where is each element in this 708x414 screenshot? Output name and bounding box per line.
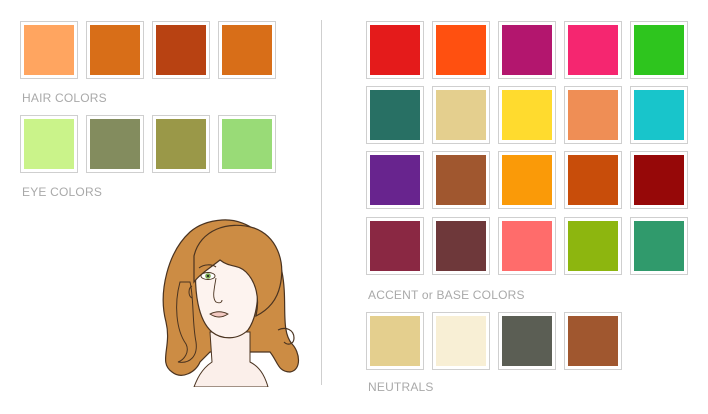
eye-colors-row: [20, 115, 284, 173]
accent-color-swatch[interactable]: [498, 86, 556, 144]
neutral-color-swatch[interactable]: [366, 312, 424, 370]
swatch-fill: [370, 316, 420, 366]
vertical-divider: [321, 20, 322, 385]
accent-color-swatch[interactable]: [366, 217, 424, 275]
accent-color-swatch[interactable]: [630, 151, 688, 209]
hair-colors-label: HAIR COLORS: [22, 91, 107, 105]
swatch-fill: [222, 25, 272, 75]
swatch-fill: [568, 90, 618, 140]
swatch-fill: [568, 221, 618, 271]
accent-color-swatch[interactable]: [630, 217, 688, 275]
woman-portrait-illustration: [162, 219, 300, 387]
accent-color-swatch[interactable]: [564, 21, 622, 79]
swatch-fill: [502, 25, 552, 75]
accent-color-swatch[interactable]: [498, 217, 556, 275]
hair-color-swatch[interactable]: [86, 21, 144, 79]
accent-color-swatch[interactable]: [432, 217, 490, 275]
neutral-color-swatch[interactable]: [564, 312, 622, 370]
accent-color-swatch[interactable]: [630, 21, 688, 79]
swatch-fill: [634, 25, 684, 75]
neutral-color-swatch[interactable]: [498, 312, 556, 370]
swatch-fill: [436, 90, 486, 140]
accent-colors-label: ACCENT or BASE COLORS: [368, 288, 525, 302]
swatch-fill: [90, 119, 140, 169]
accent-color-swatch[interactable]: [564, 217, 622, 275]
swatch-fill: [502, 316, 552, 366]
swatch-fill: [436, 316, 486, 366]
hair-color-swatch[interactable]: [20, 21, 78, 79]
accent-color-swatch[interactable]: [366, 86, 424, 144]
swatch-fill: [502, 155, 552, 205]
neutrals-row: [366, 312, 630, 370]
eye-color-swatch[interactable]: [86, 115, 144, 173]
accent-color-swatch[interactable]: [432, 21, 490, 79]
accent-color-swatch[interactable]: [564, 151, 622, 209]
swatch-fill: [568, 25, 618, 75]
accent-row-1: [366, 21, 696, 79]
accent-color-swatch[interactable]: [432, 151, 490, 209]
accent-color-swatch[interactable]: [366, 151, 424, 209]
swatch-fill: [370, 90, 420, 140]
swatch-fill: [568, 155, 618, 205]
swatch-fill: [156, 119, 206, 169]
neutrals-label: NEUTRALS: [368, 380, 434, 394]
swatch-fill: [24, 119, 74, 169]
swatch-fill: [634, 221, 684, 271]
swatch-fill: [24, 25, 74, 75]
swatch-fill: [436, 221, 486, 271]
accent-color-swatch[interactable]: [564, 86, 622, 144]
accent-color-swatch[interactable]: [630, 86, 688, 144]
eye-color-swatch[interactable]: [152, 115, 210, 173]
accent-color-swatch[interactable]: [498, 21, 556, 79]
swatch-fill: [502, 221, 552, 271]
accent-row-4: [366, 217, 696, 275]
swatch-fill: [568, 316, 618, 366]
neutral-color-swatch[interactable]: [432, 312, 490, 370]
swatch-fill: [156, 25, 206, 75]
swatch-fill: [634, 155, 684, 205]
eye-colors-label: EYE COLORS: [22, 185, 103, 199]
swatch-fill: [370, 25, 420, 75]
eye-color-swatch[interactable]: [218, 115, 276, 173]
hair-color-swatch[interactable]: [218, 21, 276, 79]
accent-color-swatch[interactable]: [432, 86, 490, 144]
accent-row-3: [366, 151, 696, 209]
pupil: [206, 274, 210, 278]
accent-color-swatch[interactable]: [366, 21, 424, 79]
swatch-fill: [370, 221, 420, 271]
hair-color-swatch[interactable]: [152, 21, 210, 79]
swatch-fill: [222, 119, 272, 169]
swatch-fill: [502, 90, 552, 140]
eye-color-swatch[interactable]: [20, 115, 78, 173]
accent-row-2: [366, 86, 696, 144]
swatch-fill: [90, 25, 140, 75]
swatch-fill: [370, 155, 420, 205]
swatch-fill: [436, 25, 486, 75]
swatch-fill: [436, 155, 486, 205]
swatch-fill: [634, 90, 684, 140]
hair-colors-row: [20, 21, 284, 79]
accent-color-swatch[interactable]: [498, 151, 556, 209]
